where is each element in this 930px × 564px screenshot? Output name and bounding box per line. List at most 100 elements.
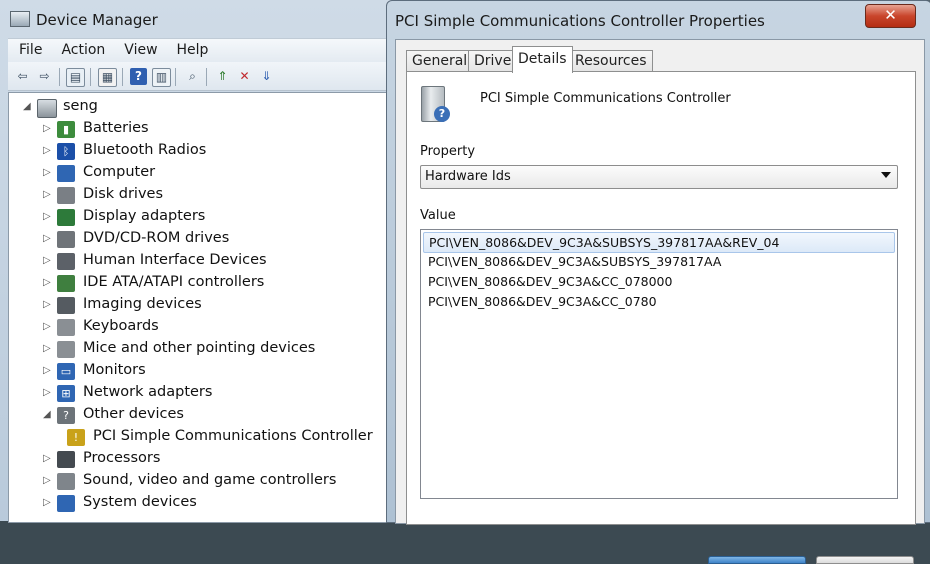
menu-view[interactable]: View bbox=[113, 39, 165, 58]
tab-general[interactable]: General bbox=[406, 50, 474, 72]
chevron-down-icon[interactable] bbox=[881, 172, 891, 178]
tree-item-label: DVD/CD-ROM drives bbox=[83, 230, 230, 246]
value-row[interactable]: PCI\VEN_8086&DEV_9C3A&SUBSYS_397817AA&RE… bbox=[423, 232, 895, 253]
cancel-button[interactable] bbox=[816, 556, 914, 564]
tree-item[interactable]: ▷ Sound, video and game controllers bbox=[43, 471, 373, 493]
tree-item[interactable]: ▷ Disk drives bbox=[43, 185, 373, 207]
expand-arrow-icon[interactable]: ▷ bbox=[43, 277, 55, 288]
close-button[interactable]: ✕ bbox=[865, 4, 916, 28]
device-manager-titlebar[interactable]: Device Manager bbox=[0, 0, 396, 38]
expand-arrow-icon[interactable]: ▷ bbox=[43, 299, 55, 310]
tree-item[interactable]: ▷ Mice and other pointing devices bbox=[43, 339, 373, 361]
value-row[interactable]: PCI\VEN_8086&DEV_9C3A&CC_078000 bbox=[423, 272, 893, 291]
keyboard-icon bbox=[57, 319, 75, 336]
expand-arrow-icon[interactable]: ▷ bbox=[43, 211, 55, 222]
menu-help[interactable]: Help bbox=[166, 39, 217, 58]
details-panel: ? PCI Simple Communications Controller P… bbox=[406, 71, 916, 525]
show-hide-console-tree-icon[interactable]: ▤ bbox=[66, 68, 85, 87]
expand-arrow-icon[interactable]: ▷ bbox=[43, 343, 55, 354]
collapse-arrow-icon[interactable]: ◢ bbox=[43, 409, 55, 420]
tree-item[interactable]: ▷ ▮ Batteries bbox=[43, 119, 373, 141]
dialog-title: PCI Simple Communications Controller Pro… bbox=[395, 12, 765, 30]
toolbar-separator bbox=[122, 68, 123, 86]
expand-arrow-icon[interactable]: ▷ bbox=[43, 453, 55, 464]
tree-item[interactable]: ▷ Human Interface Devices bbox=[43, 251, 373, 273]
tree-item[interactable]: ▷ Display adapters bbox=[43, 207, 373, 229]
property-dropdown[interactable]: Hardware Ids bbox=[420, 165, 898, 189]
tree-item-label: Other devices bbox=[83, 406, 184, 422]
tab-details[interactable]: Details bbox=[512, 46, 573, 73]
tree-item-label: Batteries bbox=[83, 120, 149, 136]
uninstall-icon[interactable]: ✕ bbox=[236, 68, 253, 85]
toolbar: ⇦ ⇨ ▤ ▦ ? ▥ ⌕ ⇑ ✕ ⇓ bbox=[8, 62, 396, 91]
disable-icon[interactable]: ⇓ bbox=[258, 68, 275, 85]
tree-item[interactable]: ▷ ᛒ Bluetooth Radios bbox=[43, 141, 373, 163]
tree-root[interactable]: ◢ seng bbox=[23, 97, 223, 119]
tree-item-label: Sound, video and game controllers bbox=[83, 472, 337, 488]
expand-arrow-icon[interactable]: ▷ bbox=[43, 189, 55, 200]
scan-hardware-icon[interactable]: ⌕ bbox=[184, 68, 201, 85]
tree-item-label: Bluetooth Radios bbox=[83, 142, 207, 158]
tree-item[interactable]: ▷ ⊞ Network adapters bbox=[43, 383, 373, 405]
network-icon: ⊞ bbox=[57, 385, 75, 402]
menu-action[interactable]: Action bbox=[50, 39, 113, 58]
expand-arrow-icon[interactable]: ▷ bbox=[43, 145, 55, 156]
view-icon[interactable]: ▥ bbox=[152, 68, 171, 87]
tree-item[interactable]: ▷ IDE ATA/ATAPI controllers bbox=[43, 273, 373, 295]
tree-item[interactable]: ▷ Imaging devices bbox=[43, 295, 373, 317]
expand-arrow-icon[interactable]: ▷ bbox=[43, 321, 55, 332]
value-text: PCI\VEN_8086&DEV_9C3A&SUBSYS_397817AA bbox=[428, 254, 722, 269]
battery-icon: ▮ bbox=[57, 121, 75, 138]
properties-icon[interactable]: ▦ bbox=[98, 68, 117, 87]
expand-arrow-icon[interactable]: ▷ bbox=[43, 387, 55, 398]
expand-arrow-icon[interactable]: ▷ bbox=[43, 123, 55, 134]
tree-item[interactable]: ▷ Processors bbox=[43, 449, 373, 471]
property-selected-value: Hardware Ids bbox=[425, 169, 511, 184]
bluetooth-icon: ᛒ bbox=[57, 143, 75, 160]
value-row[interactable]: PCI\VEN_8086&DEV_9C3A&CC_0780 bbox=[423, 292, 893, 311]
mouse-icon bbox=[57, 341, 75, 358]
expand-arrow-icon[interactable]: ▷ bbox=[43, 365, 55, 376]
dvd-drive-icon bbox=[57, 231, 75, 248]
tree-item[interactable]: ! PCI Simple Communications Controller bbox=[67, 427, 393, 449]
unknown-device-badge-icon: ? bbox=[434, 106, 450, 122]
value-text: PCI\VEN_8086&DEV_9C3A&CC_078000 bbox=[428, 274, 673, 289]
ok-button[interactable] bbox=[708, 556, 806, 564]
menu-file[interactable]: File bbox=[8, 39, 50, 58]
device-tree[interactable]: ◢ seng ▷ ▮ Batteries ▷ ᛒ Bluetooth Radios ▷ Com… bbox=[8, 92, 394, 523]
tree-item-label: Monitors bbox=[83, 362, 146, 378]
collapse-arrow-icon[interactable]: ◢ bbox=[23, 101, 35, 112]
expand-arrow-icon[interactable]: ▷ bbox=[43, 497, 55, 508]
back-icon[interactable]: ⇦ bbox=[14, 68, 31, 85]
value-row[interactable]: PCI\VEN_8086&DEV_9C3A&SUBSYS_397817AA bbox=[423, 252, 893, 271]
expand-arrow-icon[interactable]: ▷ bbox=[43, 255, 55, 266]
tree-item-label: Processors bbox=[83, 450, 161, 466]
tree-item[interactable]: ▷ Keyboards bbox=[43, 317, 373, 339]
expand-arrow-icon[interactable]: ▷ bbox=[43, 475, 55, 486]
value-text: PCI\VEN_8086&DEV_9C3A&CC_0780 bbox=[428, 294, 657, 309]
tree-item-label: PCI Simple Communications Controller bbox=[93, 428, 373, 444]
forward-icon[interactable]: ⇨ bbox=[36, 68, 53, 85]
processor-icon bbox=[57, 451, 75, 468]
value-list[interactable]: PCI\VEN_8086&DEV_9C3A&SUBSYS_397817AA&RE… bbox=[420, 229, 898, 499]
dialog-client-area: General Driver Details Resources ? PCI S… bbox=[395, 39, 925, 564]
device-manager-window: Device Manager File Action View Help ⇦ ⇨ ▤ … bbox=[0, 0, 397, 523]
expand-arrow-icon[interactable]: ▷ bbox=[43, 233, 55, 244]
tree-item-label: Display adapters bbox=[83, 208, 206, 224]
help-icon[interactable]: ? bbox=[130, 68, 147, 85]
expand-arrow-icon[interactable]: ▷ bbox=[43, 167, 55, 178]
tree-item-label: IDE ATA/ATAPI controllers bbox=[83, 274, 265, 290]
tree-item[interactable]: ▷ Computer bbox=[43, 163, 373, 185]
tree-item-label: System devices bbox=[83, 494, 197, 510]
tree-item[interactable]: ▷ System devices bbox=[43, 493, 373, 515]
tab-resources[interactable]: Resources bbox=[569, 50, 653, 72]
tree-item[interactable]: ◢? Other devices bbox=[43, 405, 373, 427]
update-driver-icon[interactable]: ⇑ bbox=[214, 68, 231, 85]
tree-item[interactable]: ▷ ▭ Monitors bbox=[43, 361, 373, 383]
menu-bar: File Action View Help bbox=[8, 38, 396, 63]
value-text: PCI\VEN_8086&DEV_9C3A&SUBSYS_397817AA&RE… bbox=[429, 235, 780, 250]
tree-item[interactable]: ▷ DVD/CD-ROM drives bbox=[43, 229, 373, 251]
hid-icon bbox=[57, 253, 75, 270]
tree-item-label: Human Interface Devices bbox=[83, 252, 267, 268]
tree-item-label: Imaging devices bbox=[83, 296, 202, 312]
